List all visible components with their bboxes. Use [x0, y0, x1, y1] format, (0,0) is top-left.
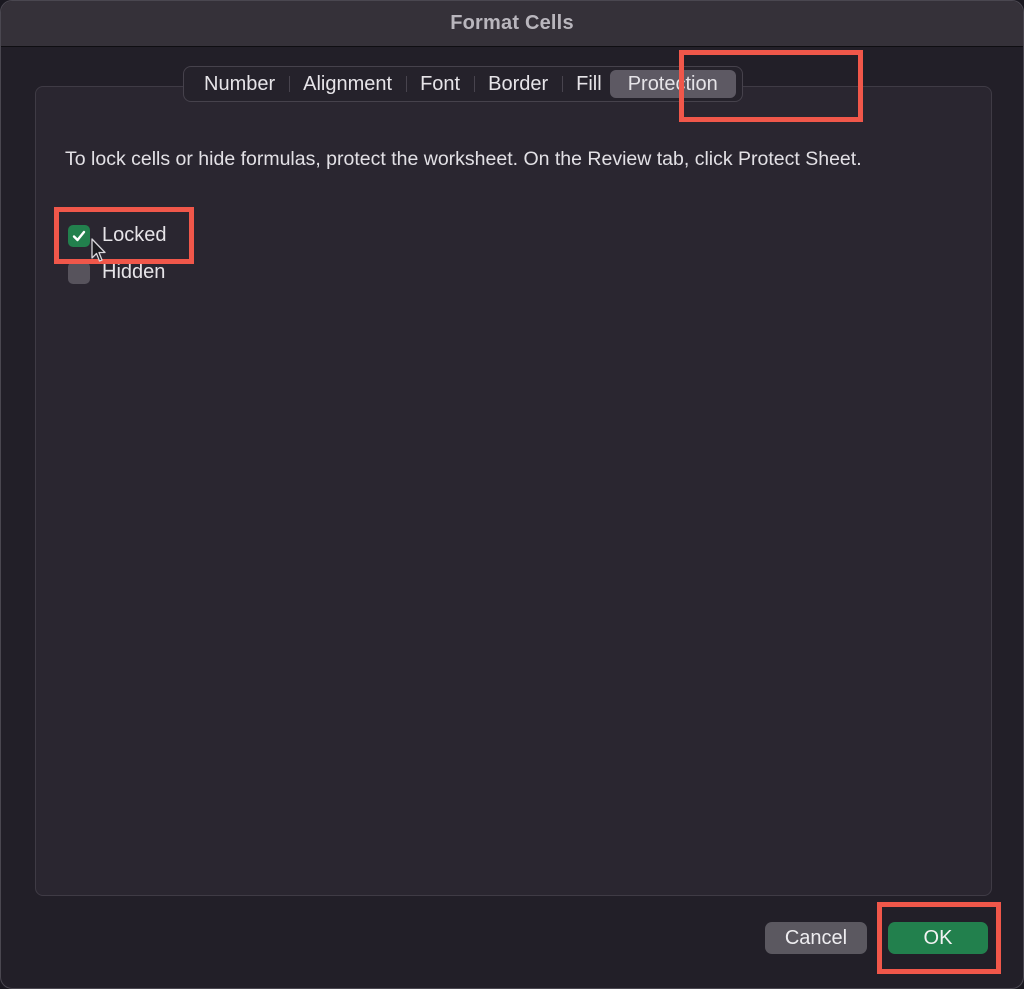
ok-button[interactable]: OK: [888, 922, 988, 954]
locked-option[interactable]: Locked: [68, 224, 167, 247]
tab-font[interactable]: Font: [406, 70, 474, 98]
checkmark-icon: [72, 230, 86, 241]
tab-content-panel: [35, 86, 992, 896]
tab-protection[interactable]: Protection: [609, 70, 736, 98]
tab-border[interactable]: Border: [474, 70, 562, 98]
locked-label: Locked: [102, 224, 167, 246]
tab-alignment[interactable]: Alignment: [289, 70, 406, 98]
hidden-checkbox[interactable]: [68, 261, 90, 284]
mouse-pointer-icon: [91, 238, 106, 262]
tab-bar: Number Alignment Font Border Fill Protec…: [183, 66, 743, 102]
cancel-button[interactable]: Cancel: [765, 922, 867, 954]
tab-number[interactable]: Number: [190, 70, 289, 98]
dialog-title: Format Cells: [450, 12, 574, 34]
hidden-option[interactable]: Hidden: [68, 261, 165, 284]
tab-fill[interactable]: Fill: [562, 70, 604, 98]
hidden-label: Hidden: [102, 261, 166, 283]
protection-description: To lock cells or hide formulas, protect …: [65, 148, 862, 170]
locked-checkbox[interactable]: [68, 224, 90, 247]
title-bar: Format Cells: [1, 1, 1023, 47]
